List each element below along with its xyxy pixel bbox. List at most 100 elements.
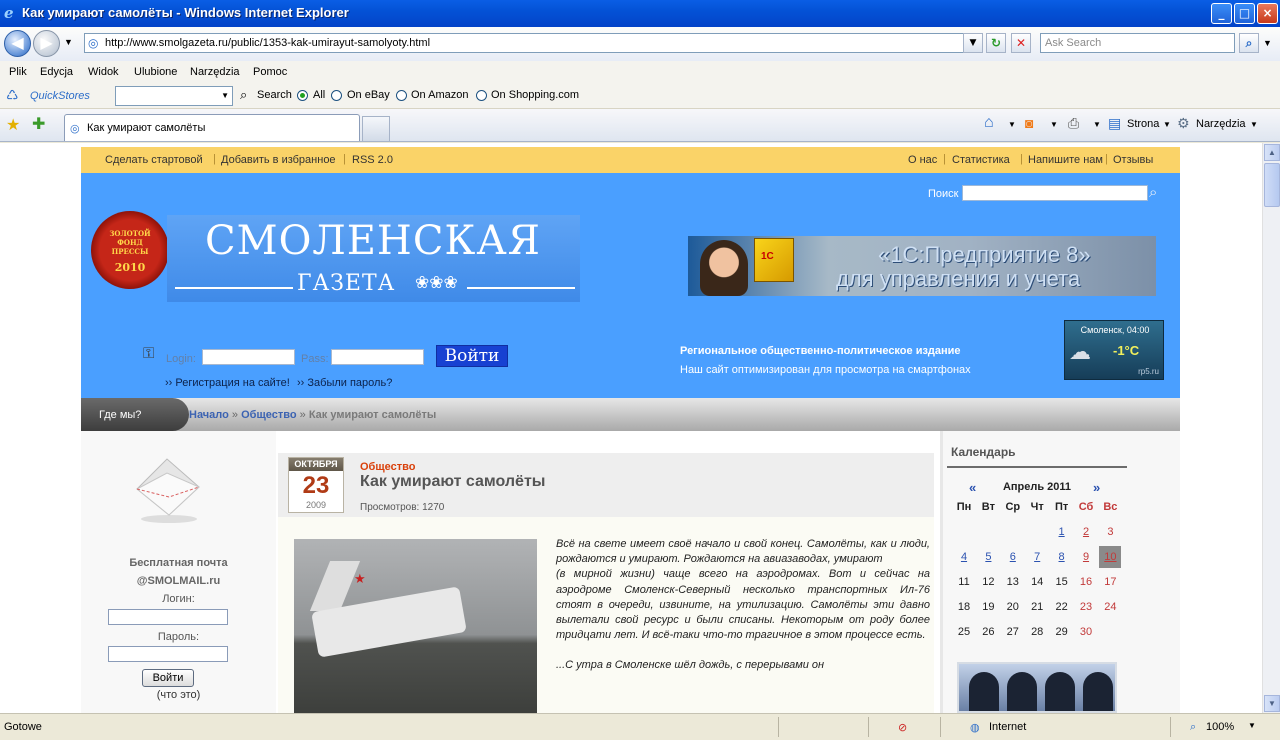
scroll-up-button[interactable]: ▲ [1264, 144, 1280, 161]
search-dropdown-icon[interactable]: ▼ [1263, 38, 1272, 48]
vertical-scrollbar[interactable]: ▲ ▼ [1262, 143, 1280, 713]
add-favorite-icon[interactable]: ✚ [32, 114, 45, 134]
radio-all[interactable] [297, 90, 308, 101]
calendar-day-link[interactable]: 1 [1051, 521, 1073, 543]
home-dropdown-icon[interactable]: ▼ [1008, 120, 1016, 129]
mail-login-input[interactable] [108, 609, 228, 625]
article-paragraph: ...С утра в Смоленске шёл дождь, с перер… [556, 659, 825, 672]
site-logo[interactable]: СМОЛЕНСКАЯ ГАЗЕТА ❀❀❀ [167, 215, 580, 302]
search-input[interactable]: Ask Search [1040, 33, 1235, 53]
menu-edycja[interactable]: Edycja [40, 66, 73, 78]
back-button[interactable]: ◀ [4, 30, 31, 57]
site-search-input[interactable] [962, 185, 1148, 201]
make-homepage-link[interactable]: Сделать стартовой [105, 154, 203, 166]
article-paragraph: (в мирной жизни) чаще всего на аэродрома… [556, 568, 930, 642]
calendar-day-link[interactable]: 6 [1002, 546, 1024, 568]
search-icon[interactable]: ⌕ [1239, 33, 1259, 53]
right-ad-banner[interactable] [957, 662, 1117, 713]
address-field[interactable]: ◎ http://www.smolgazeta.ru/public/1353-k… [84, 33, 964, 53]
scroll-down-button[interactable]: ▼ [1264, 695, 1280, 712]
forward-button[interactable]: ▶ [33, 30, 60, 57]
search-icon[interactable]: ⌕ [1149, 184, 1157, 201]
right-sidebar: Календарь « Апрель 2011 » Пн Вт Ср Чт Пт Сб Вс… [943, 431, 1180, 713]
radio-ebay[interactable] [331, 90, 342, 101]
page-dropdown-icon[interactable]: ▼ [1163, 120, 1171, 129]
weather-widget[interactable]: Смоленск, 04:00 ☁ -1°C rp5.ru [1064, 320, 1164, 380]
calendar-day-link[interactable]: 9 [1075, 546, 1097, 568]
calendar-day-link[interactable]: 4 [953, 546, 975, 568]
tools-menu[interactable]: Narzędzia [1196, 118, 1246, 130]
calendar-day-link[interactable]: 8 [1051, 546, 1073, 568]
rss-feed-icon[interactable]: ◙ [1025, 115, 1033, 131]
login-input[interactable] [202, 349, 295, 365]
write-us-link[interactable]: Напишите нам [1028, 154, 1103, 166]
refresh-icon[interactable]: ↻ [986, 33, 1006, 53]
home-icon[interactable]: ⌂ [984, 114, 994, 132]
logo-title: СМОЛЕНСКАЯ [205, 218, 541, 264]
calendar-weekday: Ср [1005, 501, 1021, 513]
search-icon[interactable]: ⌕ [240, 87, 247, 103]
password-input[interactable] [331, 349, 424, 365]
calendar-day-link[interactable]: 10 [1099, 546, 1122, 568]
article-category-link[interactable]: Общество [360, 461, 415, 473]
quickstores-search-button[interactable]: Search [257, 89, 292, 101]
menu-plik[interactable]: Plik [9, 66, 27, 78]
login-button[interactable]: Войти [436, 345, 508, 367]
history-dropdown-icon[interactable]: ▼ [64, 37, 73, 47]
feed-dropdown-icon[interactable]: ▼ [1050, 120, 1058, 129]
mail-password-input[interactable] [108, 646, 228, 662]
breadcrumb-home[interactable]: Начало [189, 409, 229, 421]
mail-login-button[interactable]: Войти [142, 669, 194, 687]
stop-icon[interactable]: ✕ [1011, 33, 1031, 53]
statistics-link[interactable]: Статистика [952, 154, 1010, 166]
zoom-dropdown-icon[interactable]: ▼ [1248, 721, 1256, 730]
radio-shopping[interactable] [476, 90, 487, 101]
print-dropdown-icon[interactable]: ▼ [1093, 120, 1101, 129]
register-link[interactable]: ›› Регистрация на сайте! [165, 377, 290, 389]
menu-ulubione[interactable]: Ulubione [134, 66, 177, 78]
new-tab-button[interactable] [362, 116, 390, 141]
close-button[interactable]: × [1257, 3, 1278, 24]
calendar-day-link[interactable]: 7 [1026, 546, 1048, 568]
calendar-title: Календарь [951, 445, 1016, 459]
article-photo[interactable]: ★ [294, 539, 537, 713]
page-menu[interactable]: Strona [1127, 118, 1159, 130]
favorites-star-icon[interactable]: ★ [6, 115, 20, 135]
forgot-text: Забыли пароль? [307, 377, 393, 389]
banner-line-2: для управления и учета [836, 266, 1081, 291]
tools-dropdown-icon[interactable]: ▼ [1250, 120, 1258, 129]
scroll-thumb[interactable] [1264, 163, 1280, 207]
ad-banner-1c[interactable]: 1С «1С:Предприятие 8» для управления и у… [688, 236, 1156, 296]
envelope-icon[interactable] [129, 453, 205, 525]
page-icon: ◎ [70, 123, 80, 135]
zoom-level[interactable]: 100% [1206, 721, 1234, 733]
article-text: Всё на свете имеет своё начало и свой ко… [556, 537, 930, 674]
menu-widok[interactable]: Widok [88, 66, 119, 78]
calendar-day-link[interactable]: 2 [1075, 521, 1097, 543]
popup-blocked-icon[interactable]: ⊘ [898, 721, 907, 734]
forgot-password-link[interactable]: ›› Забыли пароль? [297, 377, 392, 389]
about-link[interactable]: О нас [908, 154, 937, 166]
quickstores-input[interactable]: ▼ [115, 86, 233, 106]
calendar-next-button[interactable]: » [1093, 480, 1100, 495]
print-icon[interactable]: ⎙ [1068, 115, 1079, 132]
maximize-button[interactable]: □ [1234, 3, 1255, 24]
reviews-link[interactable]: Отзывы [1113, 154, 1153, 166]
menu-narzedzia[interactable]: Narzędzia [190, 66, 240, 78]
rss-link[interactable]: RSS 2.0 [352, 154, 393, 166]
tab-active[interactable]: ◎ Как умирают самолёты [64, 114, 360, 141]
logo-ornament-icon: ❀❀❀ [415, 273, 458, 292]
menu-pomoc[interactable]: Pomoc [253, 66, 287, 78]
add-favorites-link[interactable]: Добавить в избранное [221, 154, 336, 166]
minimize-button[interactable]: _ [1211, 3, 1232, 24]
gear-icon: ⚙ [1177, 115, 1190, 131]
radio-amazon[interactable] [396, 90, 407, 101]
banner-person-image [700, 240, 748, 296]
security-zone[interactable]: Internet [989, 721, 1026, 733]
red-star-icon: ★ [354, 571, 366, 586]
breadcrumb-section[interactable]: Общество [241, 409, 296, 421]
address-dropdown-button[interactable]: ▼ [963, 33, 983, 53]
calendar-day-link[interactable]: 5 [977, 546, 999, 568]
what-is-this-link[interactable]: (что это) [81, 689, 276, 701]
breadcrumb-bar: Где мы? Начало » Общество » Как умирают … [81, 398, 1180, 431]
